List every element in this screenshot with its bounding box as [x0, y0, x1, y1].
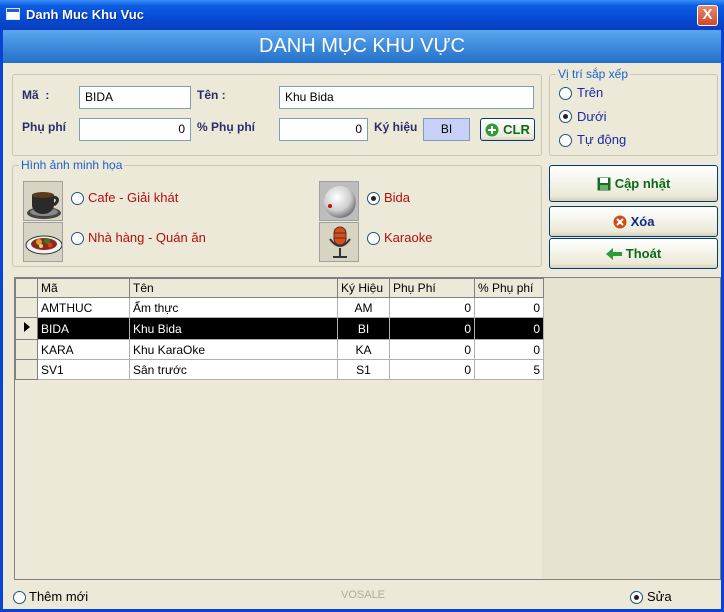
kyhieu-field[interactable]: BI	[423, 118, 470, 141]
cell-ten[interactable]: Sân trước	[129, 359, 338, 380]
page-title: DANH MỤC KHU VỰC	[3, 30, 721, 63]
cell-ma[interactable]: BIDA	[37, 317, 130, 340]
window: Danh Muc Khu Vuc X DANH MỤC KHU VỰC Mã :…	[0, 0, 724, 612]
column-header-kyhieu[interactable]: Ký Hiệu	[337, 278, 390, 298]
column-header-ten[interactable]: Tên	[129, 278, 338, 298]
coffee-cup-icon	[23, 181, 63, 221]
ten-field[interactable]: Khu Bida	[279, 86, 534, 109]
window-title: Danh Muc Khu Vuc	[26, 7, 144, 22]
image-label-restaurant: Nhà hàng - Quán ăn	[88, 230, 206, 245]
position-label-duoi: Dưới	[577, 109, 607, 124]
images-group: Hình ảnh minh họa Cafe - Giải khát Nhà h…	[12, 158, 542, 267]
cell-ten[interactable]: Khu KaraOke	[129, 339, 338, 360]
cell-kyhieu[interactable]: AM	[337, 297, 390, 318]
row-indicator[interactable]	[15, 317, 38, 340]
image-label-karaoke: Karaoke	[384, 230, 433, 245]
floppy-disk-icon	[597, 177, 611, 190]
cell-ten[interactable]: Khu Bida	[129, 317, 338, 340]
position-legend: Vị trí sắp xếp	[556, 67, 631, 81]
position-radio-duoi[interactable]	[559, 110, 572, 123]
kyhieu-label: Ký hiệu	[374, 120, 418, 134]
plus-icon	[485, 123, 499, 136]
column-header-pct-phuphi[interactable]: % Phụ phí	[474, 278, 544, 298]
add-new-label: Thêm mới	[29, 589, 89, 604]
billiard-ball-icon	[319, 181, 359, 221]
update-button[interactable]: Cập nhật	[549, 165, 718, 202]
table-row[interactable]: KARA Khu KaraOke KA 0 0	[15, 339, 544, 360]
grid-header-row: Mã Tên Ký Hiệu Phụ Phí % Phụ phí	[15, 278, 544, 298]
position-label-tudong: Tự động	[577, 132, 627, 147]
image-label-bida: Bida	[384, 190, 411, 205]
delete-button[interactable]: Xóa	[549, 206, 718, 237]
image-radio-bida[interactable]	[367, 192, 380, 205]
cell-kyhieu[interactable]: S1	[337, 359, 390, 380]
exit-label: Thoát	[625, 246, 662, 261]
delete-icon	[613, 215, 627, 228]
clr-label: CLR	[503, 122, 530, 137]
title-bar: Danh Muc Khu Vuc X	[0, 0, 724, 30]
exit-button[interactable]: Thoát	[549, 238, 718, 269]
cell-phuphi[interactable]: 0	[389, 339, 475, 360]
edit-label: Sửa	[647, 589, 672, 604]
microphone-icon	[319, 222, 359, 262]
cell-phuphi[interactable]: 0	[389, 359, 475, 380]
row-indicator-header	[15, 278, 38, 298]
image-radio-restaurant[interactable]	[71, 232, 84, 245]
grid-empty-area	[542, 278, 720, 579]
ma-label: Mã :	[22, 88, 50, 102]
cell-ten[interactable]: Ẩm thực	[129, 297, 338, 318]
close-button[interactable]: X	[697, 5, 718, 26]
cell-pct-phuphi[interactable]: 0	[474, 317, 544, 340]
column-header-ma[interactable]: Mã	[37, 278, 130, 298]
position-radio-tren[interactable]	[559, 87, 572, 100]
row-indicator[interactable]	[15, 359, 38, 380]
cell-ma[interactable]: SV1	[37, 359, 130, 380]
column-header-phuphi[interactable]: Phụ Phí	[389, 278, 475, 298]
phuphi-label: Phụ phí	[22, 120, 66, 134]
cell-pct-phuphi[interactable]: 0	[474, 297, 544, 318]
image-label-cafe: Cafe - Giải khát	[88, 190, 179, 205]
cell-phuphi[interactable]: 0	[389, 297, 475, 318]
ten-label: Tên :	[197, 88, 226, 102]
current-row-arrow-icon	[24, 322, 30, 332]
cell-ma[interactable]: KARA	[37, 339, 130, 360]
arrow-left-icon	[605, 247, 622, 260]
cell-kyhieu[interactable]: BI	[337, 317, 390, 340]
table-row-selected[interactable]: BIDA Khu Bida BI 0 0	[15, 317, 544, 340]
position-label-tren: Trên	[577, 85, 604, 100]
cell-pct-phuphi[interactable]: 0	[474, 339, 544, 360]
row-indicator[interactable]	[15, 297, 38, 318]
cell-kyhieu[interactable]: KA	[337, 339, 390, 360]
cell-pct-phuphi[interactable]: 5	[474, 359, 544, 380]
pct-phuphi-field[interactable]: 0	[279, 118, 368, 141]
watermark-label: VOSALE	[341, 589, 386, 601]
info-group: Mã : BIDA Tên : Khu Bida Phụ phí 0 % Phụ…	[12, 74, 542, 156]
phuphi-field[interactable]: 0	[79, 118, 191, 141]
window-icon	[6, 8, 20, 20]
cell-ma[interactable]: AMTHUC	[37, 297, 130, 318]
clr-button[interactable]: CLR	[480, 118, 535, 141]
pct-phuphi-label: % Phụ phí	[197, 120, 255, 134]
grid-table: Mã Tên Ký Hiệu Phụ Phí % Phụ phí AMTHUC …	[15, 278, 544, 380]
row-indicator[interactable]	[15, 339, 38, 360]
data-grid[interactable]: Mã Tên Ký Hiệu Phụ Phí % Phụ phí AMTHUC …	[14, 277, 721, 580]
update-label: Cập nhật	[614, 176, 671, 191]
edit-radio[interactable]	[630, 591, 643, 604]
table-row[interactable]: SV1 Sân trước S1 0 5	[15, 359, 544, 380]
add-new-radio[interactable]	[13, 591, 26, 604]
cell-phuphi[interactable]: 0	[389, 317, 475, 340]
image-radio-cafe[interactable]	[71, 192, 84, 205]
images-legend: Hình ảnh minh họa	[19, 158, 125, 172]
delete-label: Xóa	[630, 214, 655, 229]
ma-field[interactable]: BIDA	[79, 86, 191, 109]
table-row[interactable]: AMTHUC Ẩm thực AM 0 0	[15, 297, 544, 318]
position-group: Vị trí sắp xếp Trên Dưới Tự động	[549, 67, 718, 156]
image-radio-karaoke[interactable]	[367, 232, 380, 245]
food-plate-icon	[23, 222, 63, 262]
position-radio-tudong[interactable]	[559, 134, 572, 147]
